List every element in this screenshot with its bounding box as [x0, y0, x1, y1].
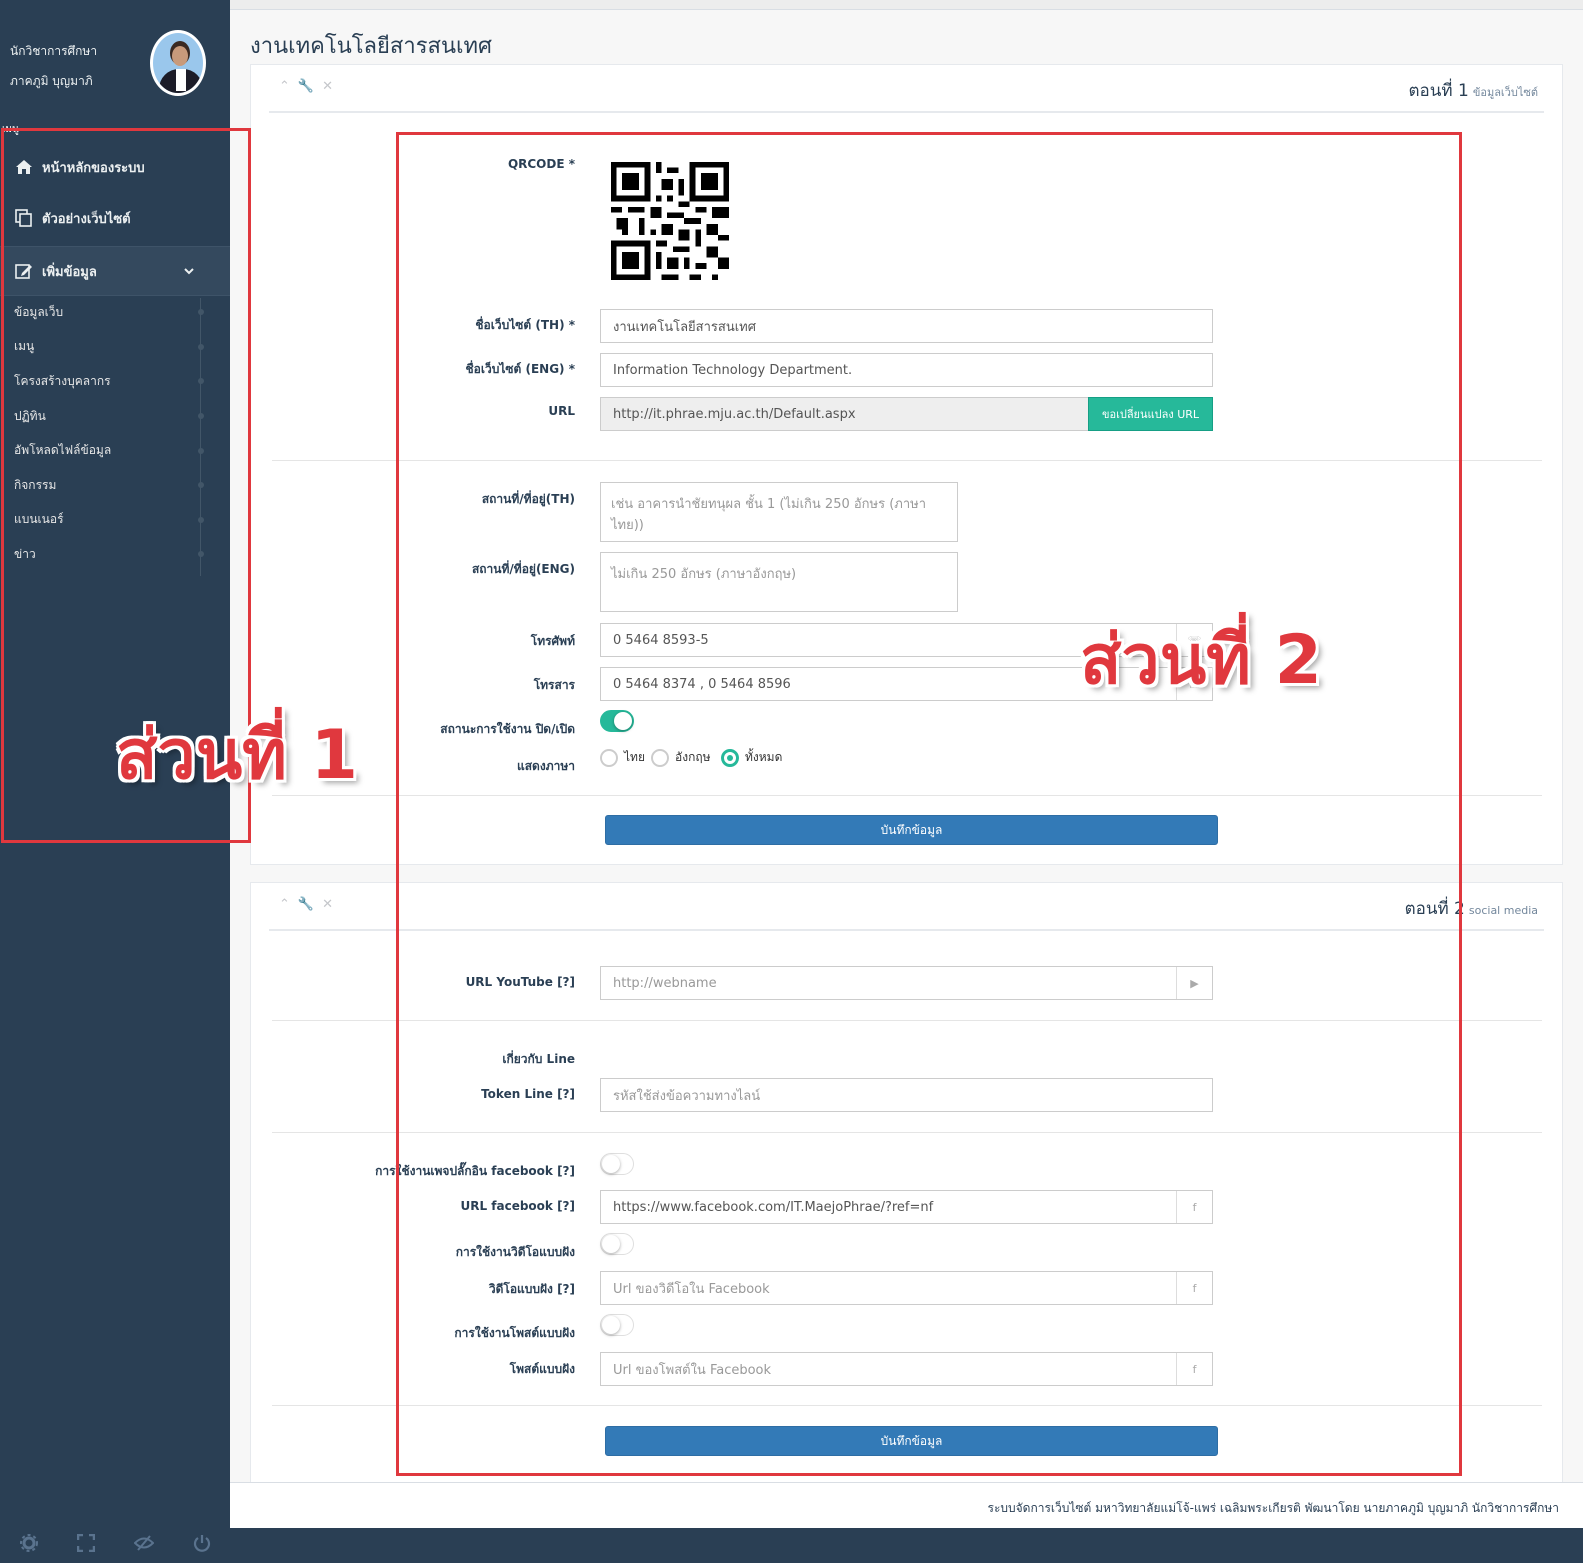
footer-text: ระบบจัดการเว็บไซต์ มหาวิทยาลัยแม่โจ้-แพร… [987, 1501, 1560, 1515]
close-icon[interactable]: ✕ [322, 897, 341, 912]
panel-title: ตอนที่ 1 ข้อมูลเว็บไซต์ [1408, 81, 1538, 101]
panel-tools: ⌃🔧✕ [279, 79, 341, 94]
profile-role: นักวิชาการศึกษา [10, 44, 98, 58]
power-icon[interactable] [193, 1534, 211, 1556]
annotation-box-part2 [396, 132, 1462, 1476]
panel-header: ⌃🔧✕ ตอนที่ 1 ข้อมูลเว็บไซต์ [269, 65, 1544, 113]
footer-bar [230, 1528, 1583, 1563]
eye-slash-icon[interactable] [133, 1535, 154, 1555]
page-title: งานเทคโนโลยีสารสนเทศ [250, 34, 492, 59]
fullscreen-icon[interactable] [76, 1533, 95, 1556]
settings-icon[interactable] [19, 1534, 38, 1556]
avatar[interactable] [150, 30, 206, 96]
collapse-icon[interactable]: ⌃ [279, 897, 298, 912]
profile: นักวิชาการศึกษา ภาคภูมิ บุญมาภิ [0, 0, 230, 120]
profile-name: ภาคภูมิ บุญมาภิ [10, 74, 93, 88]
top-nav [230, 0, 1583, 10]
close-icon[interactable]: ✕ [322, 79, 341, 94]
footer: ระบบจัดการเว็บไซต์ มหาวิทยาลัยแม่โจ้-แพร… [230, 1482, 1583, 1528]
sidebar-footer [0, 1527, 230, 1563]
annotation-label-part2: ส่วนที่ 2 [1080, 621, 1322, 700]
collapse-icon[interactable]: ⌃ [279, 79, 298, 94]
wrench-icon[interactable]: 🔧 [298, 79, 322, 94]
panel-tools: ⌃🔧✕ [279, 897, 341, 912]
wrench-icon[interactable]: 🔧 [298, 897, 322, 912]
annotation-label-part1: ส่วนที่ 1 [116, 716, 358, 795]
